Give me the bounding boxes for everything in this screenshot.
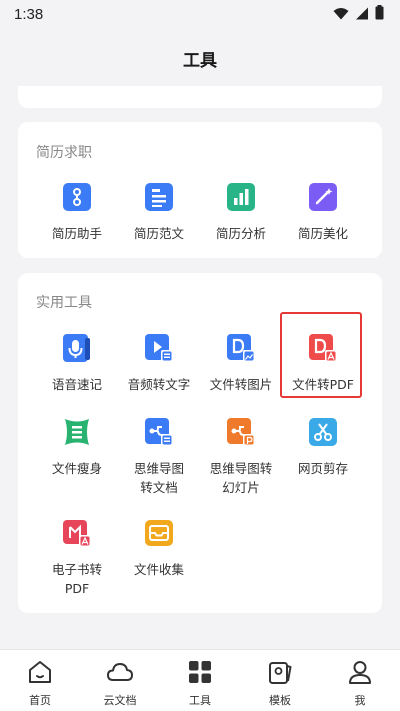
resume-assistant-icon <box>60 180 94 214</box>
resume-section-title: 简历求职 <box>36 145 92 161</box>
tool-label: 文件收集 <box>133 562 184 577</box>
template-icon <box>266 658 294 686</box>
voice-note-icon <box>60 331 94 365</box>
tab-cloud-docs[interactable]: 云文档 <box>80 658 160 708</box>
tool-resume-sample[interactable]: 简历范文 <box>118 180 200 243</box>
tool-label: 简历范文 <box>133 226 184 241</box>
tool-label: 思维导图转文档 <box>133 461 184 495</box>
tab-templates[interactable]: 模板 <box>240 658 320 708</box>
resume-beautify-icon <box>306 180 340 214</box>
home-icon <box>26 658 54 686</box>
tab-profile[interactable]: 我 <box>320 658 400 708</box>
tool-label: 简历美化 <box>297 226 348 241</box>
tool-label: 简历分析 <box>215 226 266 241</box>
file-to-pdf-icon <box>306 331 340 365</box>
resume-sample-icon <box>142 180 176 214</box>
previous-card <box>18 86 382 108</box>
status-icons <box>333 4 384 24</box>
profile-icon <box>346 658 374 686</box>
tab-label: 首页 <box>29 694 51 707</box>
tab-home[interactable]: 首页 <box>0 658 80 708</box>
bottom-tab-bar: 首页 云文档 工具 模板 我 <box>0 649 400 711</box>
tool-voice-note[interactable]: 语音速记 <box>36 331 118 394</box>
tool-resume-analysis[interactable]: 简历分析 <box>200 180 282 243</box>
cloud-icon <box>106 658 134 686</box>
tool-label: 文件转图片 <box>209 377 273 392</box>
tab-label: 云文档 <box>103 694 137 707</box>
tab-label: 工具 <box>189 694 211 707</box>
resume-analysis-icon <box>224 180 258 214</box>
tool-file-compress[interactable]: 文件瘦身 <box>36 415 118 478</box>
tools-grid-icon <box>186 658 214 686</box>
tool-file-to-pdf[interactable]: 文件转PDF <box>282 331 364 394</box>
header: 工具 <box>0 38 400 78</box>
tool-web-clip[interactable]: 网页剪存 <box>282 415 364 478</box>
wifi-icon <box>333 5 349 24</box>
tab-label: 模板 <box>269 694 291 707</box>
page-title: 工具 <box>183 50 217 71</box>
tool-label: 语音速记 <box>51 377 102 392</box>
ebook-to-pdf-icon <box>60 516 94 550</box>
tool-label: 文件转PDF <box>292 377 354 392</box>
tool-label: 简历助手 <box>51 226 102 241</box>
file-compress-icon <box>60 415 94 449</box>
mindmap-to-doc-icon <box>142 415 176 449</box>
tools-section: 实用工具 语音速记 音频转文字 文件转图片 文件转PDF 文件瘦身 思维导图转文… <box>18 273 382 613</box>
battery-icon <box>375 4 384 24</box>
status-bar: 1:38 <box>0 0 400 28</box>
tools-section-title: 实用工具 <box>36 295 92 311</box>
tool-mindmap-to-doc[interactable]: 思维导图转文档 <box>118 415 200 497</box>
resume-section: 简历求职 简历助手 简历范文 简历分析 简历美化 <box>18 122 382 258</box>
tool-audio-to-text[interactable]: 音频转文字 <box>118 331 200 394</box>
tool-file-collect[interactable]: 文件收集 <box>118 516 200 579</box>
tab-tools[interactable]: 工具 <box>160 658 240 708</box>
tool-label: 电子书转PDF <box>51 562 102 596</box>
tool-file-to-image[interactable]: 文件转图片 <box>200 331 282 394</box>
tool-mindmap-to-slides[interactable]: 思维导图转幻灯片 <box>200 415 282 497</box>
tool-resume-beautify[interactable]: 简历美化 <box>282 180 364 243</box>
tool-resume-assistant[interactable]: 简历助手 <box>36 180 118 243</box>
web-clip-icon <box>306 415 340 449</box>
status-time: 1:38 <box>14 5 44 23</box>
mindmap-to-slides-icon <box>224 415 258 449</box>
tool-label: 网页剪存 <box>297 461 348 476</box>
file-to-image-icon <box>224 331 258 365</box>
audio-to-text-icon <box>142 331 176 365</box>
signal-icon <box>355 5 369 24</box>
file-collect-icon <box>142 516 176 550</box>
tool-label: 音频转文字 <box>127 377 191 392</box>
tool-label: 思维导图转幻灯片 <box>209 461 273 495</box>
tool-ebook-to-pdf[interactable]: 电子书转PDF <box>36 516 118 598</box>
tool-label: 文件瘦身 <box>51 461 102 476</box>
tab-label: 我 <box>354 694 366 707</box>
